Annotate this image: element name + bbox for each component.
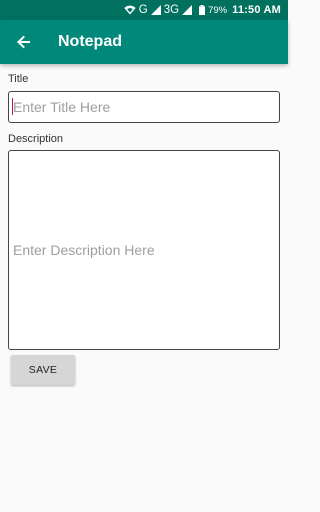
page-title: Notepad — [58, 33, 122, 50]
text-cursor — [12, 98, 13, 115]
arrow-back-icon — [16, 35, 30, 49]
clock-time: 11:50 AM — [232, 4, 281, 16]
title-label: Title — [8, 73, 29, 85]
back-button[interactable] — [3, 20, 43, 64]
network-type-label: G — [138, 4, 148, 16]
description-label: Description — [8, 133, 64, 145]
battery-percent: 79% — [208, 4, 228, 16]
description-input[interactable]: Enter Description Here — [8, 150, 280, 350]
wifi-icon — [124, 5, 136, 15]
app-bar: Notepad — [0, 20, 288, 64]
network-3g-label: 3G — [163, 4, 180, 16]
status-bar: G 3G 79% 11:50 AM — [0, 0, 288, 20]
save-button[interactable]: SAVE — [11, 355, 75, 385]
signal-icon — [182, 5, 193, 15]
battery-icon — [199, 5, 206, 15]
signal-icon — [150, 5, 161, 15]
description-placeholder: Enter Description Here — [13, 242, 155, 258]
title-input[interactable] — [8, 91, 280, 123]
